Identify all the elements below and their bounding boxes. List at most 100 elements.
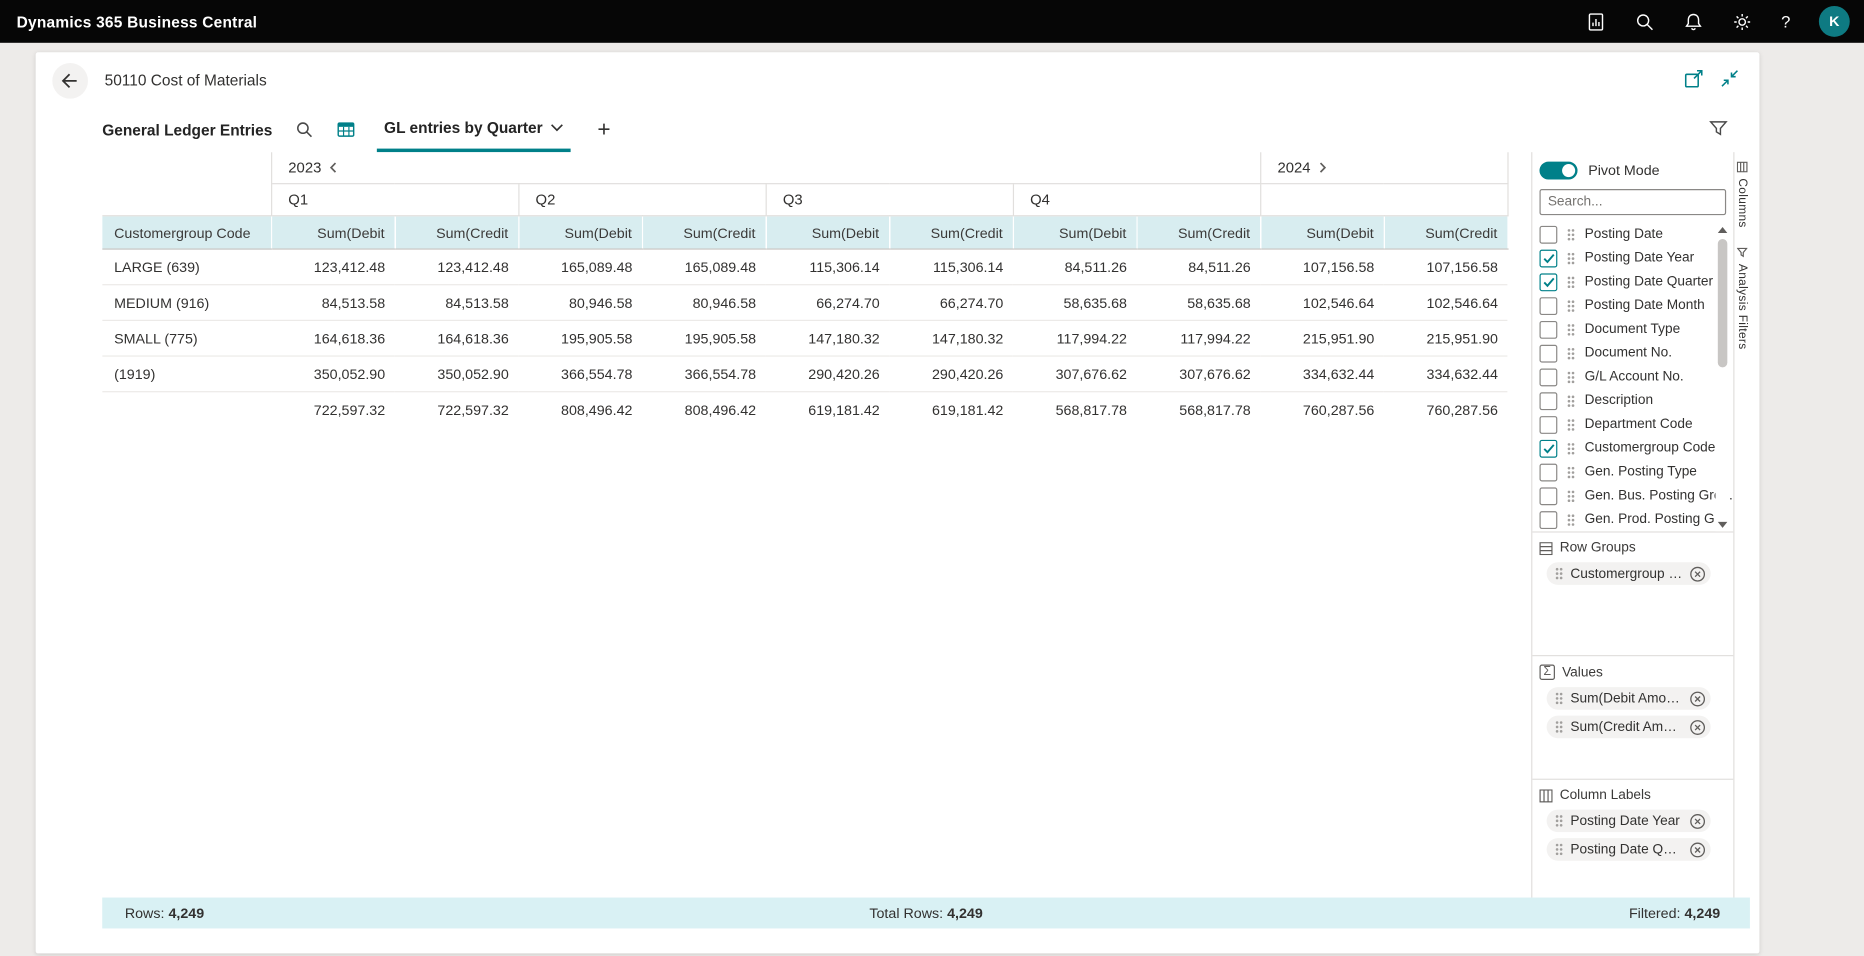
field-search-input[interactable] [1539, 189, 1726, 215]
row-label-cell[interactable]: MEDIUM (916) [102, 285, 271, 321]
field-checkbox[interactable] [1539, 297, 1557, 315]
field-item[interactable]: Posting Date Month [1537, 294, 1733, 318]
total-row[interactable]: 722,597.32722,597.32808,496.42808,496.42… [102, 392, 1507, 427]
drag-handle-icon[interactable] [1567, 347, 1575, 360]
analysis-grid-icon[interactable] [335, 119, 355, 139]
drag-handle-icon[interactable] [1567, 275, 1575, 288]
drag-handle-icon[interactable] [1567, 465, 1575, 478]
field-item[interactable]: Posting Date Year [1537, 246, 1733, 270]
value-column-header[interactable]: Sum(Credit [642, 216, 766, 249]
tab-gl-entries-by-quarter[interactable]: GL entries by Quarter [377, 108, 571, 152]
notifications-icon[interactable] [1684, 11, 1704, 31]
value-cell[interactable]: 80,946.58 [518, 285, 642, 321]
field-item[interactable]: G/L Account No. [1537, 365, 1733, 389]
field-item[interactable]: Gen. Posting Type [1537, 460, 1733, 484]
drag-handle-icon[interactable] [1567, 418, 1575, 431]
year-header[interactable]: 2024 [1260, 152, 1507, 184]
value-cell[interactable]: 117,994.22 [1013, 320, 1137, 356]
drag-handle-icon[interactable] [1555, 567, 1563, 580]
table-row[interactable]: SMALL (775)164,618.36164,618.36195,905.5… [102, 320, 1507, 356]
value-cell[interactable]: 366,554.78 [518, 356, 642, 392]
side-tab-analysis-filters[interactable]: Analysis Filters [1734, 237, 1749, 358]
filter-icon[interactable] [1708, 119, 1728, 139]
value-cell[interactable]: 58,635.68 [1136, 285, 1260, 321]
drag-handle-icon[interactable] [1567, 323, 1575, 336]
drag-handle-icon[interactable] [1555, 843, 1563, 856]
value-cell[interactable]: 66,274.70 [889, 285, 1013, 321]
value-cell[interactable]: 58,635.68 [1013, 285, 1137, 321]
value-cell[interactable]: 123,412.48 [395, 249, 519, 285]
value-cell[interactable]: 117,994.22 [1136, 320, 1260, 356]
drag-handle-icon[interactable] [1555, 814, 1563, 827]
quarter-header[interactable]: Q2 [518, 184, 765, 216]
value-column-header[interactable]: Sum(Credit [1136, 216, 1260, 249]
value-cell[interactable]: 102,546.64 [1384, 285, 1508, 321]
open-in-window-icon[interactable] [1683, 68, 1704, 89]
search-list-icon[interactable] [294, 119, 314, 139]
remove-icon[interactable] [1689, 719, 1706, 736]
value-column-header[interactable]: Sum(Credit [889, 216, 1013, 249]
field-checkbox[interactable] [1539, 463, 1557, 481]
field-list-scrollbar[interactable] [1715, 222, 1729, 531]
field-checkbox[interactable] [1539, 392, 1557, 410]
drag-handle-icon[interactable] [1555, 692, 1563, 705]
scroll-up-icon[interactable] [1715, 222, 1729, 236]
value-cell[interactable]: 147,180.32 [889, 320, 1013, 356]
quarter-header[interactable]: Q3 [766, 184, 1013, 216]
scrollbar-thumb[interactable] [1718, 239, 1728, 367]
value-column-header[interactable]: Sum(Debit [271, 216, 395, 249]
value-cell[interactable]: 307,676.62 [1136, 356, 1260, 392]
row-group-column-header[interactable]: Customergroup Code [102, 216, 271, 249]
value-cell[interactable]: 107,156.58 [1260, 249, 1384, 285]
value-cell[interactable]: 164,618.36 [395, 320, 519, 356]
drag-handle-icon[interactable] [1567, 228, 1575, 241]
remove-icon[interactable] [1689, 690, 1706, 707]
field-item[interactable]: Gen. Bus. Posting Gro... [1537, 484, 1733, 508]
value-cell[interactable]: 290,420.26 [766, 356, 890, 392]
report-icon[interactable] [1586, 11, 1606, 31]
value-cell[interactable]: 350,052.90 [271, 356, 395, 392]
table-row[interactable]: MEDIUM (916)84,513.5884,513.5880,946.588… [102, 285, 1507, 321]
row-label-cell[interactable]: LARGE (639) [102, 249, 271, 285]
field-checkbox[interactable] [1539, 511, 1557, 529]
value-cell[interactable]: 215,951.90 [1384, 320, 1508, 356]
value-cell[interactable]: 195,905.58 [642, 320, 766, 356]
remove-icon[interactable] [1689, 565, 1706, 582]
row-label-cell[interactable]: (1919) [102, 356, 271, 392]
field-item[interactable]: Gen. Prod. Posting Gr... [1537, 508, 1733, 532]
value-cell[interactable]: 215,951.90 [1260, 320, 1384, 356]
pivot-chip[interactable]: Customergroup Co... [1547, 562, 1711, 585]
value-cell[interactable]: 334,632.44 [1384, 356, 1508, 392]
settings-gear-icon[interactable] [1732, 11, 1752, 31]
value-cell[interactable]: 115,306.14 [766, 249, 890, 285]
value-cell[interactable]: 123,412.48 [271, 249, 395, 285]
table-row[interactable]: (1919)350,052.90350,052.90366,554.78366,… [102, 356, 1507, 392]
table-row[interactable]: LARGE (639)123,412.48123,412.48165,089.4… [102, 249, 1507, 285]
chevron-right-icon[interactable] [1319, 162, 1327, 174]
field-checkbox[interactable] [1539, 273, 1557, 291]
value-cell[interactable]: 307,676.62 [1013, 356, 1137, 392]
value-cell[interactable]: 102,546.64 [1260, 285, 1384, 321]
value-cell[interactable]: 165,089.48 [518, 249, 642, 285]
drag-handle-icon[interactable] [1555, 720, 1563, 733]
value-cell[interactable]: 84,511.26 [1013, 249, 1137, 285]
value-cell[interactable]: 366,554.78 [642, 356, 766, 392]
field-item[interactable]: Posting Date [1537, 222, 1733, 246]
value-column-header[interactable]: Sum(Credit [1384, 216, 1508, 249]
value-cell[interactable]: 84,513.58 [395, 285, 519, 321]
value-cell[interactable]: 165,089.48 [642, 249, 766, 285]
quarter-header[interactable]: Q4 [1013, 184, 1260, 216]
value-cell[interactable]: 84,511.26 [1136, 249, 1260, 285]
drag-handle-icon[interactable] [1567, 394, 1575, 407]
value-column-header[interactable]: Sum(Debit [766, 216, 890, 249]
field-item[interactable]: Document Type [1537, 317, 1733, 341]
field-checkbox[interactable] [1539, 415, 1557, 433]
value-cell[interactable]: 164,618.36 [271, 320, 395, 356]
value-column-header[interactable]: Sum(Debit [1260, 216, 1384, 249]
pivot-chip[interactable]: Posting Date Year [1547, 810, 1711, 833]
field-checkbox[interactable] [1539, 320, 1557, 338]
value-cell[interactable]: 334,632.44 [1260, 356, 1384, 392]
remove-icon[interactable] [1689, 813, 1706, 830]
pivot-mode-toggle[interactable] [1539, 161, 1577, 179]
field-item[interactable]: Document No. [1537, 341, 1733, 365]
